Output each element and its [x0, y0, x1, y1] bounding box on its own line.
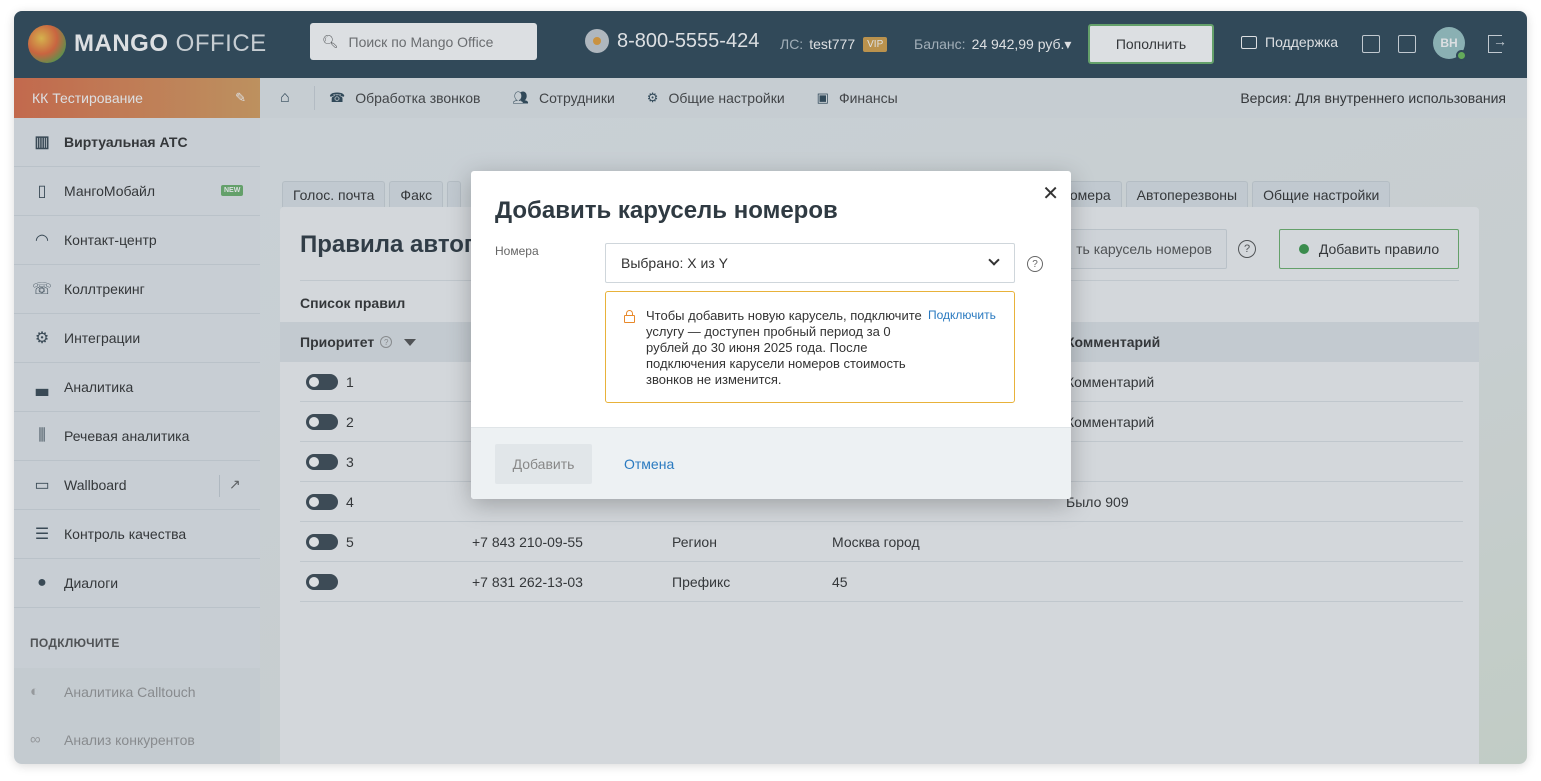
warning-box: Чтобы добавить новую карусель, подключит…: [605, 291, 1015, 403]
add-carousel-dialog: ✕ Добавить карусель номеров Номера Выбра…: [471, 171, 1071, 499]
warning-text: Чтобы добавить новую карусель, подключит…: [646, 308, 922, 387]
app-window: MANGO OFFICE 🔍︎ 8-800-5555-424 ЛС: test7…: [14, 11, 1527, 764]
numbers-select[interactable]: Выбрано: X из Y: [605, 243, 1015, 283]
dialog-footer: Добавить Отмена: [471, 427, 1071, 499]
lock-icon: [624, 310, 635, 323]
connect-link[interactable]: Подключить: [928, 308, 996, 322]
add-button[interactable]: Добавить: [495, 444, 592, 484]
help-icon[interactable]: ?: [1027, 256, 1043, 272]
cancel-button[interactable]: Отмена: [624, 456, 674, 472]
numbers-select-value: Выбрано: X из Y: [621, 255, 728, 271]
dialog-title: Добавить карусель номеров: [495, 197, 838, 224]
close-icon[interactable]: ✕: [1042, 181, 1059, 206]
chevron-down-icon: [988, 254, 1000, 266]
numbers-label: Номера: [495, 244, 539, 258]
